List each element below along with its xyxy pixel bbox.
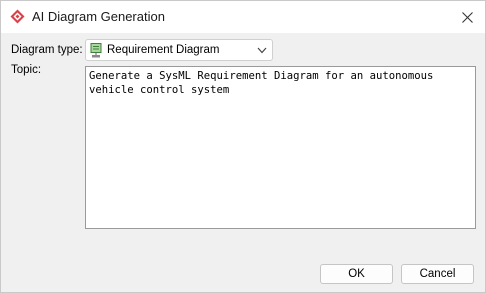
topic-textarea[interactable]: Generate a SysML Requirement Diagram for…	[85, 66, 476, 229]
diagram-type-label: Diagram type:	[11, 44, 83, 56]
close-button[interactable]	[453, 4, 481, 30]
diagram-type-value: Requirement Diagram	[107, 44, 220, 56]
ok-button[interactable]: OK	[320, 264, 393, 284]
window-title: AI Diagram Generation	[32, 9, 165, 24]
requirement-diagram-icon	[90, 43, 102, 58]
topic-label: Topic:	[11, 64, 42, 76]
title-bar: AI Diagram Generation	[1, 1, 485, 33]
cancel-button[interactable]: Cancel	[401, 264, 474, 284]
app-logo-icon	[10, 9, 25, 24]
diagram-type-select[interactable]: Requirement Diagram	[85, 39, 273, 61]
close-icon	[461, 11, 473, 23]
chevron-down-icon	[257, 47, 267, 54]
dialog-window: AI Diagram Generation Diagram type: Requ…	[0, 0, 486, 293]
